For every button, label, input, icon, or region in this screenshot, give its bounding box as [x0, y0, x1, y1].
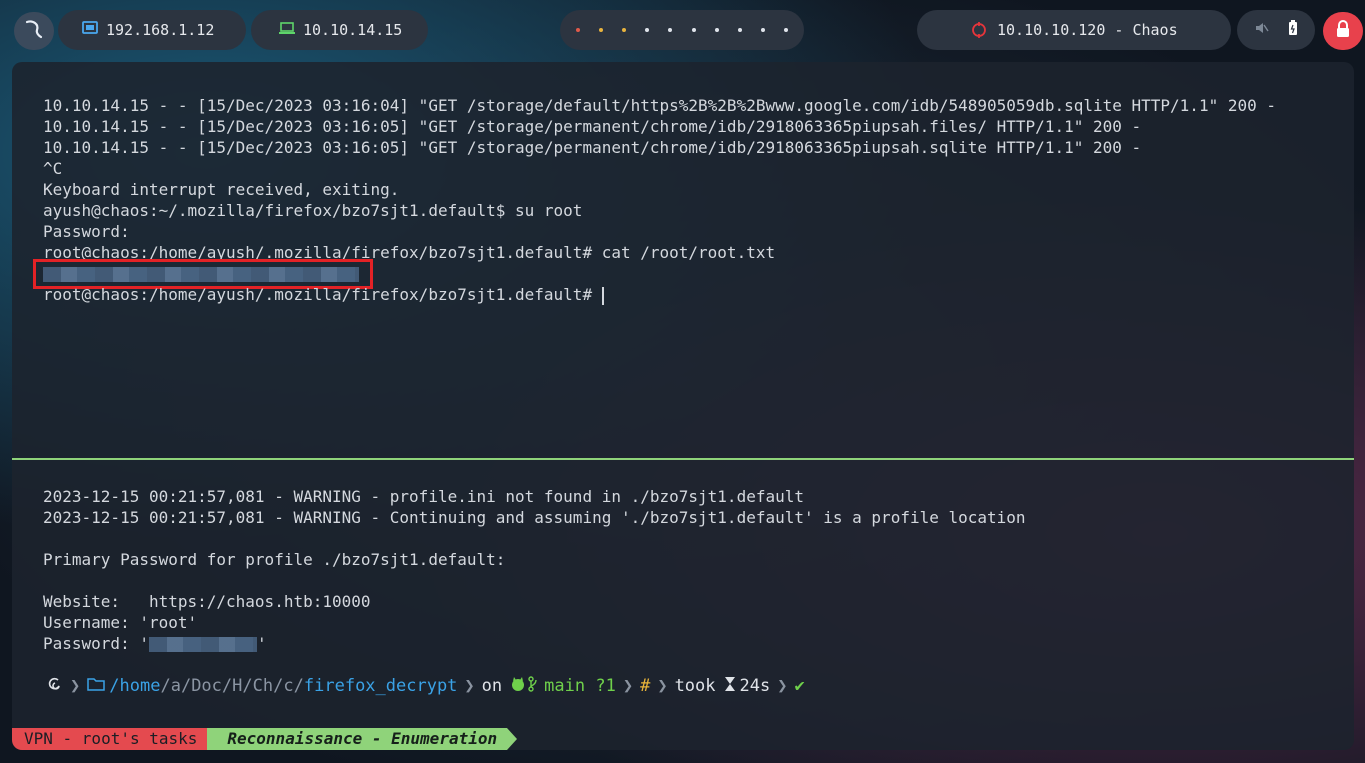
duration-segment: took 24s: [671, 675, 775, 697]
chevron-right-icon: ❯: [622, 676, 634, 696]
chevron-right-icon: ❯: [657, 676, 668, 696]
terminal-pane-top[interactable]: 10.10.14.15 - - [15/Dec/2023 03:16:04] "…: [12, 62, 1354, 458]
local-ip-widget[interactable]: 192.168.1.12: [58, 10, 246, 50]
system-status-widget[interactable]: [1237, 10, 1315, 50]
workspace-dot[interactable]: [621, 28, 626, 32]
github-cat-icon: [510, 676, 526, 697]
vpn-ip-widget[interactable]: 10.10.14.15: [251, 10, 428, 50]
tmux-window-label[interactable]: Reconnaissance - Enumeration: [207, 728, 517, 750]
terminal-pane-bottom[interactable]: 2023-12-15 00:21:57,081 - WARNING - prof…: [12, 460, 1354, 750]
path-segment: /home / a / Doc / H / Ch / c / firefox_decrypt: [83, 675, 461, 697]
on-label: on: [481, 676, 503, 696]
terminal-line: 2023-12-15 00:21:57,081 - WARNING - Cont…: [43, 508, 1026, 527]
terminal-line: 10.10.14.15 - - [15/Dec/2023 03:16:05] "…: [43, 117, 1142, 136]
workspace-switcher[interactable]: [560, 10, 804, 50]
terminal-line: 10.10.14.15 - - [15/Dec/2023 03:16:05] "…: [43, 138, 1142, 157]
terminal-line: Username: 'root': [43, 613, 198, 632]
laptop-icon: [279, 21, 295, 39]
tmux-session-label[interactable]: VPN - root's tasks: [12, 728, 218, 750]
terminal-window[interactable]: 10.10.14.15 - - [15/Dec/2023 03:16:04] "…: [12, 62, 1354, 750]
duration-value: 24s: [739, 676, 771, 696]
shell-prompt: ❯ /home / a / Doc / H / Ch / c / firefox_decrypt ❯ o…: [43, 673, 809, 699]
target-label: 10.10.10.120 - Chaos: [997, 21, 1178, 39]
path-part: Ch: [252, 676, 274, 696]
took-label: took: [674, 676, 716, 696]
power-button[interactable]: [1323, 12, 1363, 50]
terminal-line: 2023-12-15 00:21:57,081 - WARNING - prof…: [43, 487, 804, 506]
folder-icon: [87, 676, 105, 696]
network-icon: [82, 20, 98, 40]
terminal-line: Keyboard interrupt received, exiting.: [43, 180, 400, 199]
muted-speaker-icon[interactable]: [1255, 21, 1269, 39]
tmux-status-bar: VPN - root's tasks Reconnaissance - Enum…: [12, 728, 517, 750]
password-prefix: Password: ': [43, 634, 149, 653]
terminal-line: Password:: [43, 222, 130, 241]
vpn-ip-label: 10.10.14.15: [303, 21, 403, 39]
git-segment: on main ?1: [478, 675, 620, 697]
workspace-dot[interactable]: [668, 28, 673, 32]
workspace-dot[interactable]: [575, 28, 580, 32]
redacted-password: [148, 637, 257, 652]
workspace-dot[interactable]: [691, 28, 696, 32]
lock-icon: [1335, 20, 1351, 42]
workspace-dot[interactable]: [598, 28, 603, 32]
workspace-dot[interactable]: [714, 28, 719, 32]
local-ip-label: 192.168.1.12: [106, 21, 215, 39]
path-part: Doc: [191, 676, 222, 696]
password-line: Password: ' ': [43, 633, 267, 654]
terminal-line: ^C: [43, 159, 63, 178]
hash-segment: #: [640, 676, 651, 696]
path-part: H: [232, 676, 243, 696]
app-launcher-button[interactable]: [14, 12, 54, 50]
chevron-right-icon: ❯: [464, 676, 475, 696]
workspace-dot[interactable]: [737, 28, 742, 32]
target-widget[interactable]: 10.10.10.120 - Chaos: [917, 10, 1231, 50]
debian-swirl-icon: [47, 676, 63, 697]
workspace-dot[interactable]: [761, 28, 766, 32]
path-part: c: [283, 676, 294, 696]
git-branch-label: main ?1: [544, 676, 616, 696]
hourglass-icon: [724, 676, 736, 697]
chevron-right-icon: ❯: [777, 676, 788, 696]
terminal-prompt-line: root@chaos:/home/ayush/.mozilla/firefox/…: [43, 284, 604, 305]
battery-icon[interactable]: [1288, 20, 1298, 40]
path-home: /home: [109, 676, 161, 696]
terminal-line: Primary Password for profile ./bzo7sjt1.…: [43, 550, 506, 569]
chevron-right-icon: ❯: [70, 676, 81, 696]
success-check-icon: ✔: [794, 676, 805, 696]
path-part: a: [170, 676, 181, 696]
git-branch-icon: [528, 675, 538, 697]
terminal-line: 10.10.14.15 - - [15/Dec/2023 03:16:04] "…: [43, 96, 1276, 115]
workspace-dot[interactable]: [645, 28, 650, 32]
text-cursor: [601, 286, 604, 305]
os-segment: [43, 675, 67, 697]
terminal-line: Website: https://chaos.htb:10000: [43, 592, 371, 611]
terminal-line: ayush@chaos:~/.mozilla/firefox/bzo7sjt1.…: [43, 201, 583, 220]
kali-logo-icon: [23, 18, 45, 44]
prompt-text: root@chaos:/home/ayush/.mozilla/firefox/…: [43, 285, 602, 304]
path-current-dir: firefox_decrypt: [303, 676, 458, 696]
workspace-dot[interactable]: [784, 28, 789, 32]
target-crosshair-icon: [971, 22, 987, 42]
password-suffix: ': [256, 634, 267, 653]
